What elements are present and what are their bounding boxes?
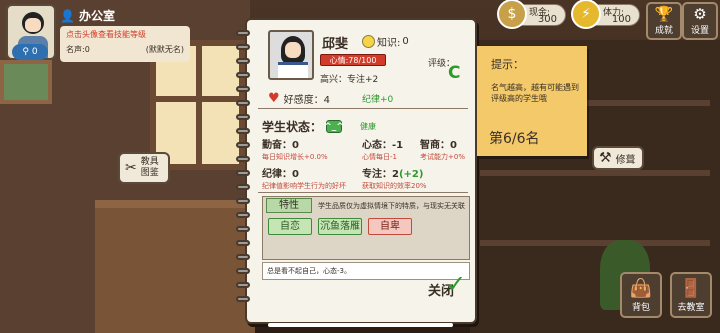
settings-label: 设置 — [690, 26, 709, 36]
rank-text: 第6/6名 — [489, 131, 540, 147]
person-icon: ⚲ — [22, 47, 29, 57]
focus-value: 专注：2 — [362, 169, 399, 180]
focus-desc: 获取知识的效率20% — [362, 182, 427, 190]
achievements-button[interactable]: 🏆 成就 — [646, 2, 682, 40]
knowledge-label: 知识: — [377, 38, 401, 49]
stamina-label: 体力: — [603, 8, 625, 18]
location-title: 👤 办公室 — [60, 7, 115, 24]
diligence-desc: 每日知识增长+0.0% — [262, 153, 328, 161]
repair-button[interactable]: ⚒ 修葺 — [592, 146, 644, 170]
notebook-rings — [236, 30, 250, 310]
knowledge-stat: 知识: 0 — [362, 34, 409, 49]
tools-icon: ✂ — [125, 160, 137, 176]
avatar-level-badge: ⚲ 0 — [12, 44, 48, 60]
traits-disclaimer: 学生品质仅为虚拟情境下的特质，与现实无关联 — [318, 202, 465, 210]
lightbulb-icon — [362, 35, 375, 48]
trophy-icon: 🏆 — [654, 5, 674, 23]
achievements-label: 成就 — [654, 26, 673, 36]
heart-icon: ♥ — [268, 91, 280, 106]
cash-label: 现金: — [529, 8, 551, 18]
repair-label: 修葺 — [615, 154, 636, 166]
wall-picture — [0, 60, 52, 104]
student-face — [285, 42, 301, 58]
mood-bar: 心情:78/100 — [320, 54, 386, 66]
go-classroom-label: 去教室 — [677, 303, 705, 313]
discipline-desc: 纪律值影响学生行为的好坏 — [262, 182, 346, 190]
teaching-aids-label: 教具 图鉴 — [140, 157, 159, 178]
mood-effect: 高兴：专注+2 — [320, 75, 379, 85]
student-state: 学生状态： ^_^ — [262, 118, 344, 135]
trait-inferiority[interactable]: 自卑 — [368, 218, 412, 235]
person-icon: 👤 — [60, 8, 75, 23]
affinity-discipline-effect: 纪律+0 — [362, 95, 394, 105]
divider — [258, 192, 468, 193]
check-icon: ✓ — [446, 270, 467, 298]
knowledge-value: 0 — [402, 36, 409, 47]
focus-stat: 专注：2(+2) — [362, 165, 423, 180]
go-classroom-button[interactable]: 🚪 去教室 — [670, 272, 712, 318]
shelf-row — [480, 240, 710, 246]
reputation-title: (默默无名) — [145, 45, 184, 54]
state-label: 学生状态： — [262, 120, 323, 134]
trait-description: 总是看不起自己，心态-3。 — [262, 262, 470, 280]
coin-icon: $ — [497, 0, 527, 29]
cash-counter: $ 现金: 300 — [497, 0, 566, 29]
lightning-icon: ⚡ — [571, 0, 601, 29]
mentality-stat: 心态：-1 — [362, 140, 404, 151]
discipline-stat: 纪律：0 — [262, 169, 299, 180]
settings-button[interactable]: ⚙ 设置 — [682, 2, 718, 40]
iq-desc: 考试能力+0% — [420, 153, 465, 161]
affinity-value: 好感度：4 — [283, 95, 331, 106]
traits-tab[interactable]: 特性 — [266, 198, 312, 213]
avatar-face — [25, 18, 41, 32]
diligence-stat: 勤奋：0 — [262, 140, 299, 151]
reputation: 名声:0 — [66, 45, 90, 54]
trait-narcissist[interactable]: 自恋 — [268, 218, 312, 235]
office-desk — [95, 200, 255, 333]
hint-note: 提示： 名气越高，越有可能遇到评级高的学生哦 第6/6名 — [477, 46, 587, 156]
iq-stat: 智商：0 — [420, 140, 457, 151]
rating-value: C — [448, 63, 461, 83]
avatar-level: 0 — [31, 47, 38, 57]
divider — [258, 108, 468, 109]
hammer-icon: ⚒ — [599, 150, 612, 166]
player-info-card[interactable]: 点击头像查看技能等级 名声:0 (默默无名) — [60, 26, 190, 62]
shelf-row — [480, 170, 710, 176]
door-icon: 🚪 — [679, 278, 703, 299]
hint-text: 名气越高，越有可能遇到评级高的学生哦 — [491, 83, 579, 103]
smile-icon: ^_^ — [324, 120, 344, 133]
bag-icon: 👜 — [629, 278, 653, 299]
student-name: 邱斐 — [322, 37, 349, 52]
health-status: 健康 — [360, 122, 376, 131]
teaching-aids-button[interactable]: ✂ 教具 图鉴 — [118, 152, 170, 184]
hint-title: 提示： — [491, 58, 524, 71]
bag-label: 背包 — [631, 303, 650, 313]
bag-button[interactable]: 👜 背包 — [620, 272, 662, 318]
trait-beauty[interactable]: 沉鱼落雁 — [318, 218, 362, 235]
stamina-counter: ⚡ 体力: 100 — [571, 0, 640, 29]
affinity-stat: ♥ 好感度：4 — [268, 91, 330, 106]
home-indicator[interactable] — [268, 323, 453, 327]
focus-bonus: (+2) — [398, 169, 424, 180]
student-portrait — [268, 30, 314, 80]
mentality-desc: 心情每日-1 — [362, 153, 397, 161]
skill-tip: 点击头像查看技能等级 — [66, 30, 146, 39]
student-uniform — [278, 62, 308, 78]
office-label: 办公室 — [78, 9, 115, 23]
gear-icon: ⚙ — [693, 5, 707, 23]
